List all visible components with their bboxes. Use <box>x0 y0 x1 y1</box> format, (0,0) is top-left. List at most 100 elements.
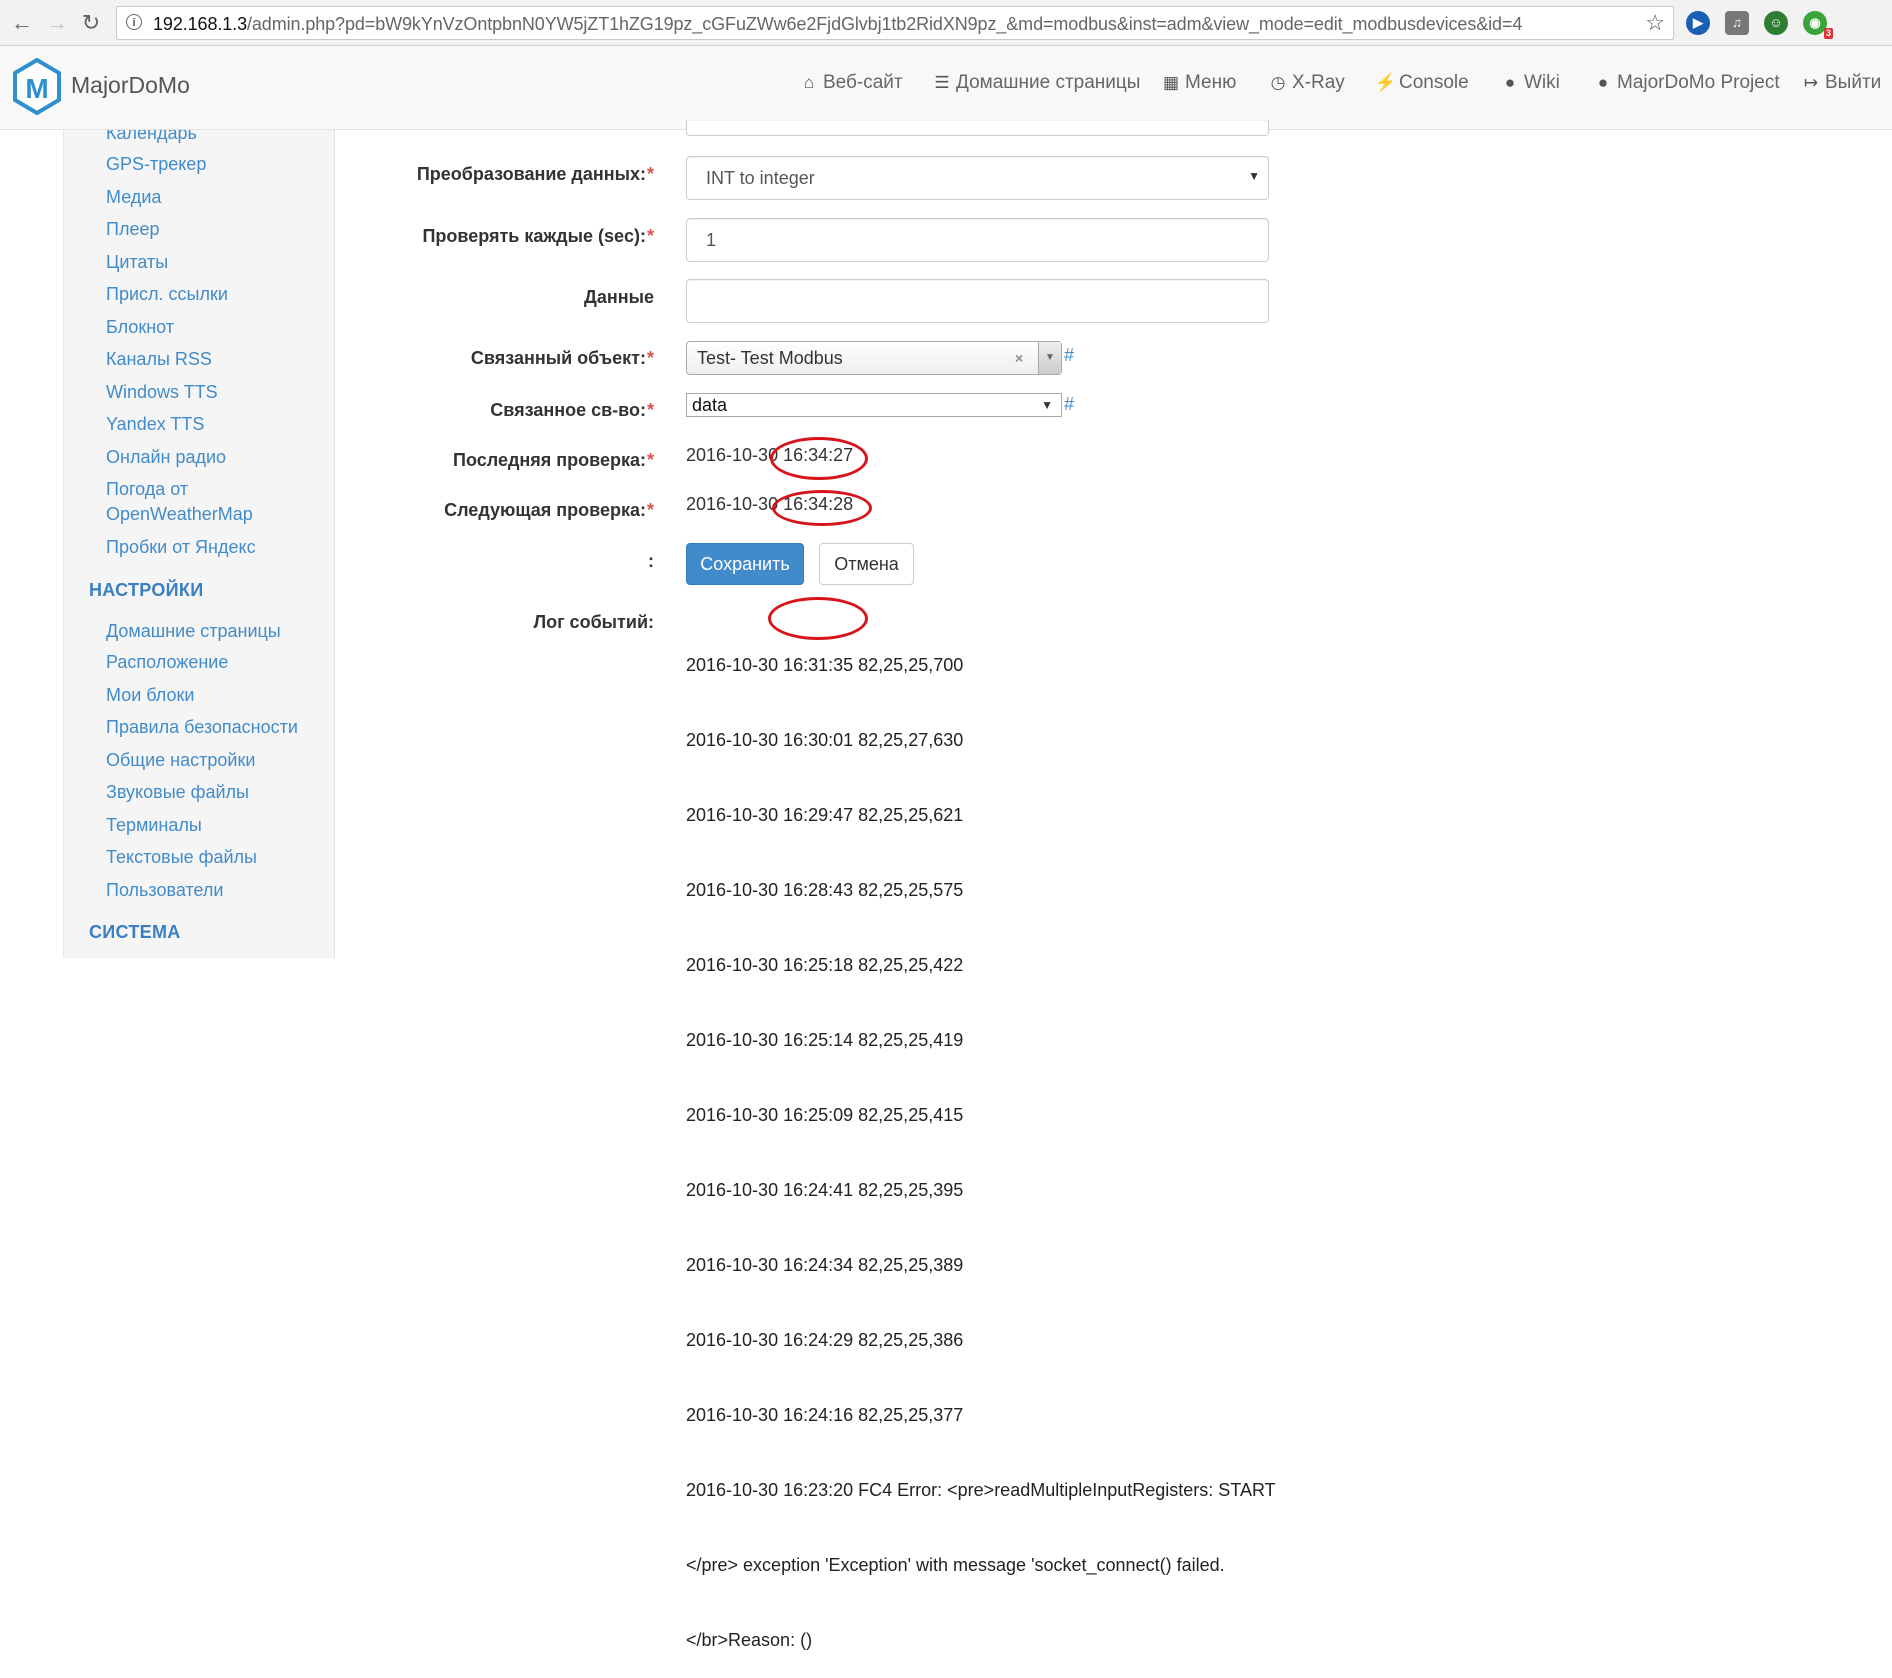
linked-object-value: Test- Test Modbus <box>697 348 843 368</box>
log-line: 2016-10-30 16:24:29 82,25,25,386 <box>686 1330 964 1350</box>
interval-input-value: 1 <box>706 230 717 250</box>
svg-text:M: M <box>25 73 48 104</box>
required-mark: * <box>646 400 654 420</box>
sidebar-item-general-settings[interactable]: Общие настройки <box>106 748 255 772</box>
nav-menu-label: Меню <box>1185 72 1237 93</box>
log-line: 2016-10-30 16:30:01 82,25,27,630 <box>686 730 964 750</box>
interval-label: Проверять каждые (sec):* <box>422 226 654 247</box>
nav-website-label: Веб-сайт <box>823 72 903 93</box>
majordomo-logo[interactable]: M <box>12 57 62 116</box>
linked-property-hash-link[interactable]: # <box>1064 394 1074 415</box>
required-mark: * <box>646 500 654 520</box>
logout-icon: ↦ <box>1803 73 1819 92</box>
conversion-label: Преобразование данных:* <box>417 164 654 185</box>
nav-menu[interactable]: ▦ Меню <box>1161 68 1236 98</box>
back-arrow-icon[interactable]: ← <box>10 11 34 35</box>
linked-object-hash-link[interactable]: # <box>1064 345 1074 366</box>
log-line: 2016-10-30 16:24:34 82,25,25,389 <box>686 1255 964 1275</box>
nav-xray[interactable]: ◷ X-Ray <box>1268 68 1345 98</box>
nav-wiki-label: Wiki <box>1524 72 1560 93</box>
bookmark-star-icon[interactable]: ☆ <box>1645 10 1665 36</box>
sidebar-item-sound-files[interactable]: Звуковые файлы <box>106 780 249 804</box>
sidebar-item-users[interactable]: Пользователи <box>106 878 223 902</box>
nav-logout[interactable]: ↦ Выйти <box>1801 68 1881 98</box>
linked-object-label-text: Связанный объект: <box>470 348 646 368</box>
nav-home-pages[interactable]: ☰ Домашние страницы <box>932 68 1140 98</box>
sidebar-item-media[interactable]: Медиа <box>106 185 161 209</box>
chevron-down-icon: ▼ <box>1248 169 1260 183</box>
last-check-label-text: Последняя проверка: <box>453 450 646 470</box>
flash-icon: ⚡ <box>1375 73 1397 92</box>
previous-field-bottom[interactable] <box>686 120 1269 136</box>
sidebar-heading-system: СИСТЕМА <box>89 922 181 942</box>
play-extension-icon[interactable]: ▶ <box>1686 11 1710 35</box>
log-line: 2016-10-30 16:25:14 82,25,25,419 <box>686 1030 964 1050</box>
linked-property-label-text: Связанное св-во: <box>490 400 646 420</box>
interval-input[interactable]: 1 <box>686 218 1269 262</box>
nav-xray-label: X-Ray <box>1292 72 1345 93</box>
green-extension-icon[interactable]: ◉ 3 <box>1803 11 1833 39</box>
info-icon[interactable]: i <box>126 14 142 30</box>
save-button[interactable]: Сохранить <box>686 543 804 585</box>
linked-property-select[interactable]: data ▼ <box>686 393 1062 417</box>
sidebar-item-text-files[interactable]: Текстовые файлы <box>106 845 257 869</box>
chevron-down-icon[interactable]: ▼ <box>1038 342 1061 374</box>
log-line: 2016-10-30 16:24:41 82,25,25,395 <box>686 1180 964 1200</box>
speaker-extension-icon[interactable]: ♫ <box>1725 11 1749 35</box>
linked-object-select[interactable]: Test- Test Modbus × ▼ <box>686 341 1062 375</box>
address-bar[interactable]: i 192.168.1.3/admin.php?pd=bW9kYnVzOntpb… <box>116 6 1674 40</box>
sidebar-item-player[interactable]: Плеер <box>106 217 159 241</box>
conversion-select[interactable]: INT to integer ▼ <box>686 156 1269 200</box>
sidebar-item-notepad[interactable]: Блокнот <box>106 315 174 339</box>
sidebar-item-online-radio[interactable]: Онлайн радио <box>106 445 226 469</box>
nav-console[interactable]: ⚡ Console <box>1375 68 1469 98</box>
face-extension-icon[interactable]: ☺ <box>1764 11 1788 35</box>
nav-majordomo-project[interactable]: ● MajorDoMo Project <box>1593 68 1780 98</box>
sidebar-item-my-blocks[interactable]: Мои блоки <box>106 683 194 707</box>
sidebar-item-home-pages[interactable]: Домашние страницы <box>106 619 281 643</box>
required-mark: * <box>646 348 654 368</box>
data-label-text: Данные <box>584 287 654 307</box>
url-path: /admin.php?pd=bW9kYnVzOntpbnN0YW5jZT1hZG… <box>247 14 1523 34</box>
event-log: 2016-10-30 16:31:35 82,25,25,700 2016-10… <box>686 603 1276 1678</box>
conversion-select-value: INT to integer <box>706 168 815 188</box>
url-host: 192.168.1.3 <box>153 14 247 34</box>
sidebar-item-location[interactable]: Расположение <box>106 650 228 674</box>
reload-icon[interactable]: ↻ <box>79 11 103 35</box>
nav-wiki[interactable]: ● Wiki <box>1500 68 1560 98</box>
clear-icon[interactable]: × <box>1015 350 1023 366</box>
brand-name[interactable]: MajorDoMo <box>71 72 190 99</box>
chevron-down-icon: ▼ <box>1041 398 1053 412</box>
forward-arrow-icon[interactable]: → <box>45 11 69 35</box>
cancel-button[interactable]: Отмена <box>819 543 914 585</box>
sidebar-item-traffic[interactable]: Пробки от Яндекс <box>106 535 256 559</box>
sidebar-item-links[interactable]: Присл. ссылки <box>106 282 228 306</box>
sidebar-item-rss[interactable]: Каналы RSS <box>106 347 212 371</box>
sidebar-item-weather[interactable]: Погода от <box>106 477 188 501</box>
required-mark: * <box>646 450 654 470</box>
data-input[interactable] <box>686 279 1269 323</box>
sidebar-item-windows-tts[interactable]: Windows TTS <box>106 380 218 404</box>
sidebar-item-weather-2[interactable]: OpenWeatherMap <box>106 502 253 526</box>
interval-label-text: Проверять каждые (sec): <box>422 226 646 246</box>
sidebar-item-terminals[interactable]: Терминалы <box>106 813 202 837</box>
globe-icon: ● <box>1597 73 1609 92</box>
sidebar-item-quotes[interactable]: Цитаты <box>106 250 168 274</box>
log-line: 2016-10-30 16:29:47 82,25,25,621 <box>686 805 964 825</box>
linked-object-label: Связанный объект:* <box>471 348 654 369</box>
sidebar-item-security[interactable]: Правила безопасности <box>106 715 298 739</box>
nav-website[interactable]: ⌂ Веб-сайт <box>799 68 903 98</box>
sidebar-heading-settings: НАСТРОЙКИ <box>89 580 204 600</box>
actions-label: : <box>648 551 654 571</box>
sidebar-item-yandex-tts[interactable]: Yandex TTS <box>106 412 204 436</box>
sidebar-item-calendar[interactable]: Календарь <box>106 130 197 145</box>
required-mark: * <box>646 164 654 184</box>
next-check-label: Следующая проверка:* <box>444 500 654 521</box>
log-line: 2016-10-30 16:24:16 82,25,25,377 <box>686 1405 964 1425</box>
sidebar: Календарь GPS-трекер Медиа Плеер Цитаты … <box>63 130 335 958</box>
url-text: 192.168.1.3/admin.php?pd=bW9kYnVzOntpbnN… <box>153 14 1522 35</box>
sidebar-item-gps[interactable]: GPS-трекер <box>106 152 206 176</box>
nav-home-pages-label: Домашние страницы <box>956 72 1141 93</box>
th-list-icon: ▦ <box>1162 73 1180 92</box>
required-mark: * <box>646 226 654 246</box>
